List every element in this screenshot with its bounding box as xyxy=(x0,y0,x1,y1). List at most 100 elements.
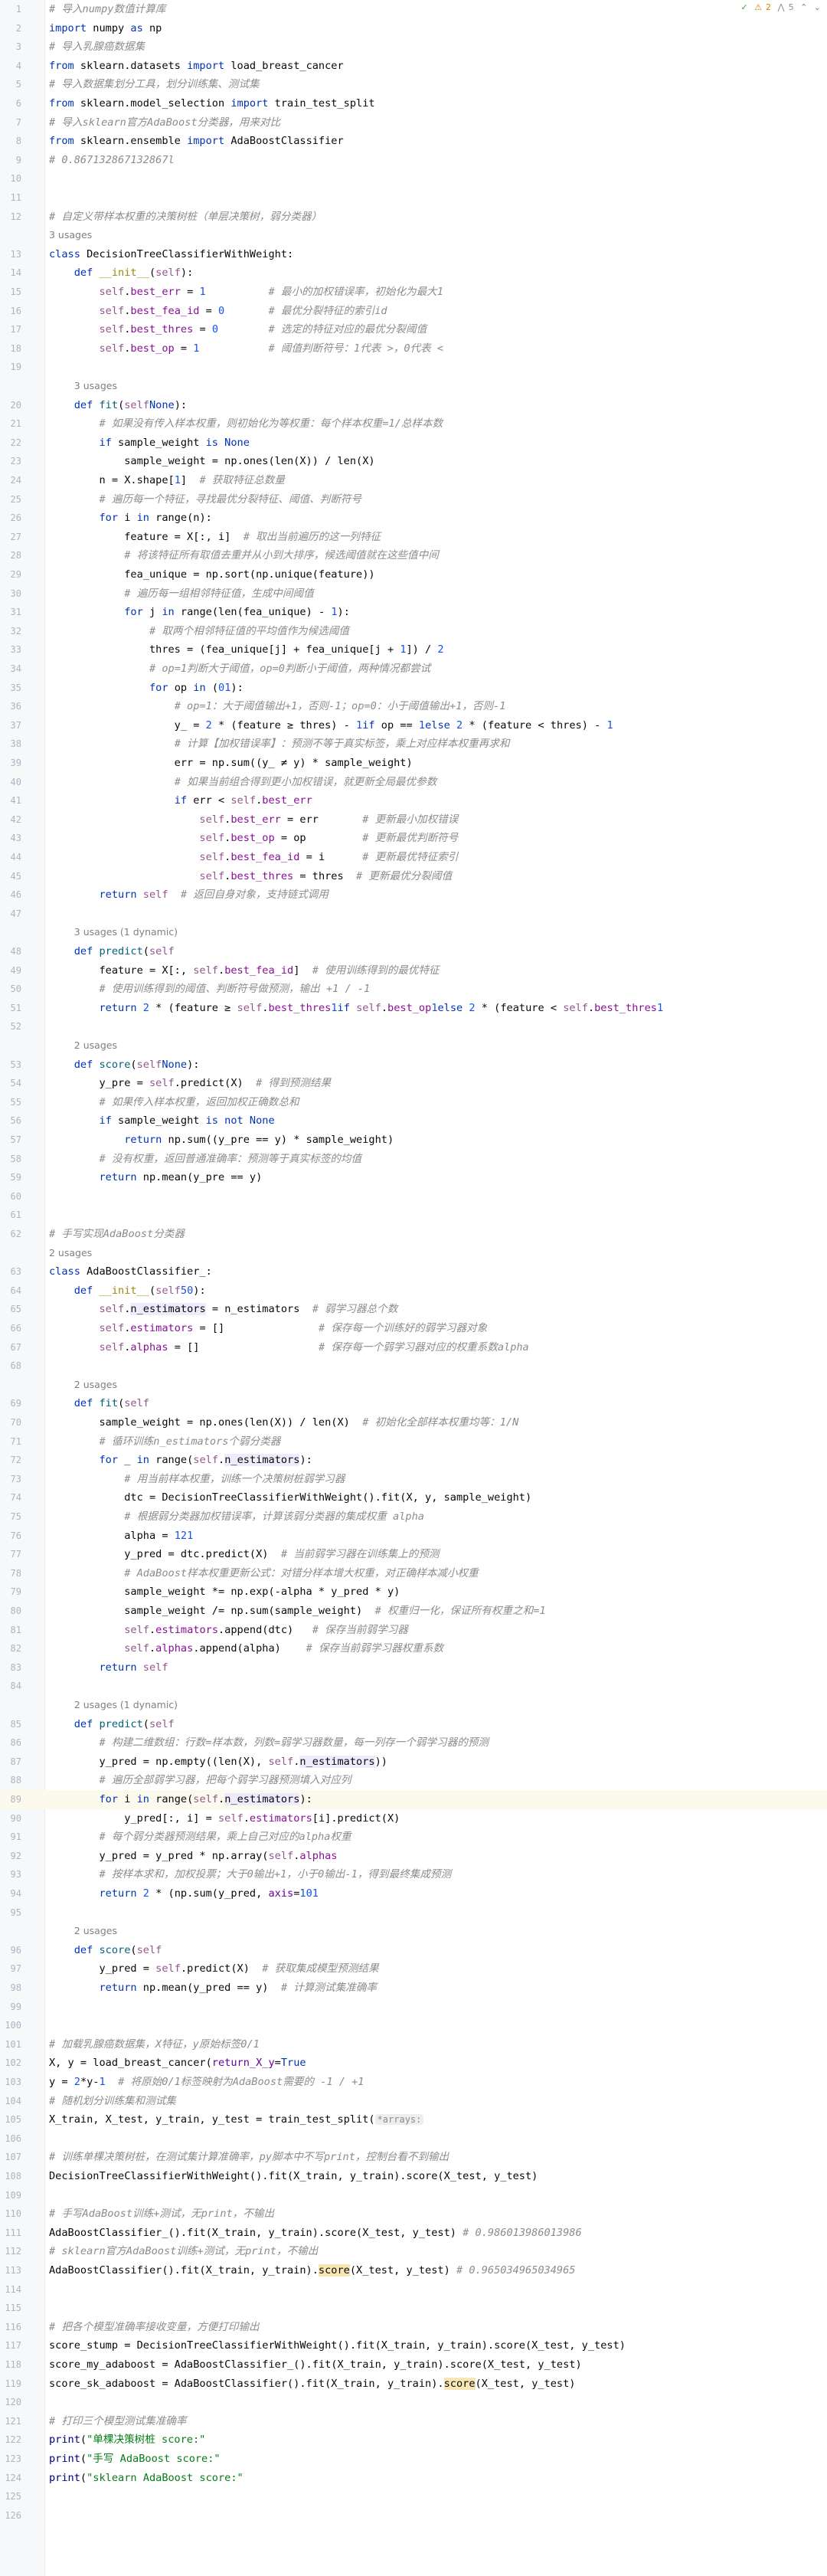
code-line[interactable]: 90 y_pred[:, i] = self.estimators[i].pre… xyxy=(0,1809,827,1828)
code-line[interactable]: 4 from sklearn.datasets import load_breas… xyxy=(0,57,827,76)
code-line[interactable]: 116 # 把各个模型准确率接收变量，方便打印输出 xyxy=(0,2318,827,2337)
code-line[interactable]: 2 import numpy as np xyxy=(0,19,827,38)
code-line[interactable]: 7 # 导入sklearn官方AdaBoost分类器，用来对比 xyxy=(0,113,827,133)
code-line[interactable]: 73 # 用当前样本权重，训练一个决策树桩弱学习器 xyxy=(0,1470,827,1489)
code-line[interactable]: 14 def __init__(self): xyxy=(0,263,827,283)
code-line[interactable]: 93 # 按样本求和，加权投票；大于0输出+1，小于0输出-1，得到最终集成预测 xyxy=(0,1865,827,1884)
code-line[interactable]: 38 # 计算【加权错误率】：预测不等于真实标签，乘上对应样本权重再求和 xyxy=(0,735,827,754)
code-line[interactable]: 89 for i in range(self.n_estimators): xyxy=(0,1790,827,1809)
code-line[interactable]: 77 y_pred = dtc.predict(X) # 当前弱学习器在训练集上… xyxy=(0,1545,827,1564)
code-line[interactable]: 52 xyxy=(0,1017,827,1036)
code-line[interactable]: 41 if err < self.best_err xyxy=(0,791,827,810)
code-line[interactable]: 74 dtc = DecisionTreeClassifierWithWeigh… xyxy=(0,1488,827,1507)
code-line[interactable]: 110 # 手写AdaBoost训练+测试，无print，不输出 xyxy=(0,2204,827,2224)
code-line[interactable]: 16 self.best_fea_id = 0 # 最优分裂特征的索引id xyxy=(0,302,827,321)
code-line[interactable]: 67 self.alphas = [] # 保存每一个弱学习器对应的权重系数al… xyxy=(0,1338,827,1357)
usage-hint[interactable]: 3 usages xyxy=(0,377,827,396)
usages-label[interactable]: 2 usages xyxy=(49,1244,92,1263)
code-line[interactable]: 100 xyxy=(0,2016,827,2035)
code-line[interactable]: 27 feature = X[:, i] # 取出当前遍历的这一列特征 xyxy=(0,528,827,547)
code-line[interactable]: 60 xyxy=(0,1187,827,1206)
code-line[interactable]: 118 score_my_adaboost = AdaBoostClassifie… xyxy=(0,2355,827,2375)
code-line[interactable]: 13 class DecisionTreeClassifierWithWeight… xyxy=(0,245,827,264)
code-line[interactable]: 81 self.estimators.append(dtc) # 保存当前弱学习… xyxy=(0,1621,827,1640)
code-line[interactable]: 23 sample_weight = np.ones(len(X)) / len… xyxy=(0,452,827,471)
code-line[interactable]: 126 xyxy=(0,2506,827,2525)
code-line[interactable]: 125 xyxy=(0,2487,827,2506)
code-line[interactable]: 124 print("sklearn AdaBoost score:" xyxy=(0,2469,827,2488)
code-line[interactable]: 9 # 0.867132867132867l xyxy=(0,151,827,170)
code-line[interactable]: 91 # 每个弱分类器预测结果，乘上自己对应的alpha权重 xyxy=(0,1828,827,1847)
code-line[interactable]: 113 AdaBoostClassifier().fit(X_train, y_t… xyxy=(0,2261,827,2280)
code-line[interactable]: 31 for j in range(len(fea_unique) - 1): xyxy=(0,603,827,622)
usages-label[interactable]: 3 usages (1 dynamic) xyxy=(74,923,178,942)
code-line[interactable]: 107 # 训练单棵决策树桩，在测试集计算准确率，py脚本中不写print，控制台… xyxy=(0,2148,827,2167)
usage-hint[interactable]: 2 usages (1 dynamic) xyxy=(0,1696,827,1715)
code-line[interactable]: 65 self.n_estimators = n_estimators # 弱学… xyxy=(0,1300,827,1319)
code-line[interactable]: 106 xyxy=(0,2129,827,2149)
code-line[interactable]: 40 # 如果当前组合得到更小加权错误，就更新全局最优参数 xyxy=(0,773,827,792)
code-line[interactable]: 8 from sklearn.ensemble import AdaBoostCl… xyxy=(0,132,827,151)
code-line[interactable]: 63 class AdaBoostClassifier_: xyxy=(0,1262,827,1281)
code-line[interactable]: 82 self.alphas.append(alpha) # 保存当前弱学习器权… xyxy=(0,1639,827,1658)
code-line[interactable]: 37 y_ = 2 * (feature ≥ thres) - 1if op =… xyxy=(0,716,827,735)
code-line[interactable]: 117 score_stump = DecisionTreeClassifierW… xyxy=(0,2336,827,2355)
code-line[interactable]: 24 n = X.shape[1] # 获取特征总数量 xyxy=(0,471,827,490)
code-line[interactable]: 88 # 遍历全部弱学习器，把每个弱学习器预测填入对应列 xyxy=(0,1771,827,1790)
code-line[interactable]: 109 xyxy=(0,2186,827,2205)
usage-hint[interactable]: 2 usages xyxy=(0,1376,827,1395)
code-line[interactable]: 33 thres = (fea_unique[j] + fea_unique[j… xyxy=(0,640,827,660)
usages-label[interactable]: 2 usages xyxy=(74,1922,117,1941)
code-line[interactable]: 11 xyxy=(0,188,827,208)
code-line[interactable]: 122 print("单棵决策树桩 score:" xyxy=(0,2430,827,2450)
code-line[interactable]: 48 def predict(self xyxy=(0,942,827,961)
code-line[interactable]: 5 # 导入数据集划分工具，划分训练集、测试集 xyxy=(0,75,827,94)
code-line[interactable]: 32 # 取两个相邻特征值的平均值作为候选阈值 xyxy=(0,622,827,641)
code-line[interactable]: 61 xyxy=(0,1206,827,1225)
code-line[interactable]: 97 y_pred = self.predict(X) # 获取集成模型预测结果 xyxy=(0,1959,827,1979)
code-line[interactable]: 80 sample_weight /= np.sum(sample_weight… xyxy=(0,1602,827,1621)
code-line[interactable]: 105 X_train, X_test, y_train, y_test = tr… xyxy=(0,2110,827,2129)
code-line[interactable]: 123 print("手写 AdaBoost score:" xyxy=(0,2450,827,2469)
code-line[interactable]: 55 # 如果传入样本权重，返回加权正确数总和 xyxy=(0,1093,827,1112)
code-line[interactable]: 121 # 打印三个模型测试集准确率 xyxy=(0,2412,827,2431)
code-line[interactable]: 72 for _ in range(self.n_estimators): xyxy=(0,1451,827,1470)
code-line[interactable]: 95 xyxy=(0,1903,827,1923)
code-line[interactable]: 39 err = np.sum((y_ ≠ y) * sample_weight… xyxy=(0,754,827,773)
code-line[interactable]: 34 # op=1判断大于阈值，op=0判断小于阈值，两种情况都尝试 xyxy=(0,660,827,679)
code-line[interactable]: 84 xyxy=(0,1677,827,1696)
code-line[interactable]: 1 # 导入numpy数值计算库 xyxy=(0,0,827,19)
usage-hint[interactable]: 3 usages xyxy=(0,226,827,245)
code-line[interactable]: 35 for op in (01): xyxy=(0,679,827,698)
code-line[interactable]: 51 return 2 * (feature ≥ self.best_thres… xyxy=(0,999,827,1018)
code-line[interactable]: 21 # 如果没有传入样本权重，则初始化为等权重：每个样本权重=1/总样本数 xyxy=(0,414,827,434)
code-line[interactable]: 25 # 遍历每一个特征，寻找最优分裂特征、阈值、判断符号 xyxy=(0,490,827,509)
code-line[interactable]: 53 def score(selfNone): xyxy=(0,1056,827,1075)
code-line[interactable]: 79 sample_weight *= np.exp(-alpha * y_pr… xyxy=(0,1583,827,1602)
code-line[interactable]: 43 self.best_op = op # 更新最优判断符号 xyxy=(0,829,827,848)
usage-hint[interactable]: 3 usages (1 dynamic) xyxy=(0,923,827,942)
code-line[interactable]: 45 self.best_thres = thres # 更新最优分裂阈值 xyxy=(0,867,827,886)
usages-label[interactable]: 3 usages xyxy=(74,377,117,396)
code-line[interactable]: 64 def __init__(self50): xyxy=(0,1281,827,1301)
code-line[interactable]: 115 xyxy=(0,2299,827,2318)
usages-label[interactable]: 2 usages (1 dynamic) xyxy=(74,1696,178,1715)
code-line[interactable]: 10 xyxy=(0,169,827,188)
usages-label[interactable]: 2 usages xyxy=(74,1376,117,1395)
code-line[interactable]: 76 alpha = 121 xyxy=(0,1527,827,1546)
code-line[interactable]: 44 self.best_fea_id = i # 更新最优特征索引 xyxy=(0,848,827,867)
usage-hint[interactable]: 2 usages xyxy=(0,1036,827,1056)
code-line[interactable]: 6 from sklearn.model_selection import tra… xyxy=(0,94,827,113)
code-line[interactable]: 87 y_pred = np.empty((len(X), self.n_est… xyxy=(0,1753,827,1772)
code-line[interactable]: 30 # 遍历每一组相邻特征值，生成中间阈值 xyxy=(0,584,827,604)
code-line[interactable]: 104 # 随机划分训练集和测试集 xyxy=(0,2092,827,2111)
code-line[interactable]: 112 # sklearn官方AdaBoost训练+测试，无print，不输出 xyxy=(0,2242,827,2261)
code-line[interactable]: 101 # 加载乳腺癌数据集，X特征，y原始标签0/1 xyxy=(0,2035,827,2054)
code-line[interactable]: 98 return np.mean(y_pred == y) # 计算测试集准确… xyxy=(0,1979,827,1998)
code-line[interactable]: 85 def predict(self xyxy=(0,1715,827,1734)
code-line[interactable]: 86 # 构建二维数组：行数=样本数，列数=弱学习器数量，每一列存一个弱学习器的… xyxy=(0,1733,827,1753)
code-line[interactable]: 29 fea_unique = np.sort(np.unique(featur… xyxy=(0,565,827,584)
code-line[interactable]: 94 return 2 * (np.sum(y_pred, axis=101 xyxy=(0,1884,827,1903)
code-line[interactable]: 20 def fit(selfNone): xyxy=(0,396,827,415)
code-line[interactable]: 83 return self xyxy=(0,1658,827,1678)
